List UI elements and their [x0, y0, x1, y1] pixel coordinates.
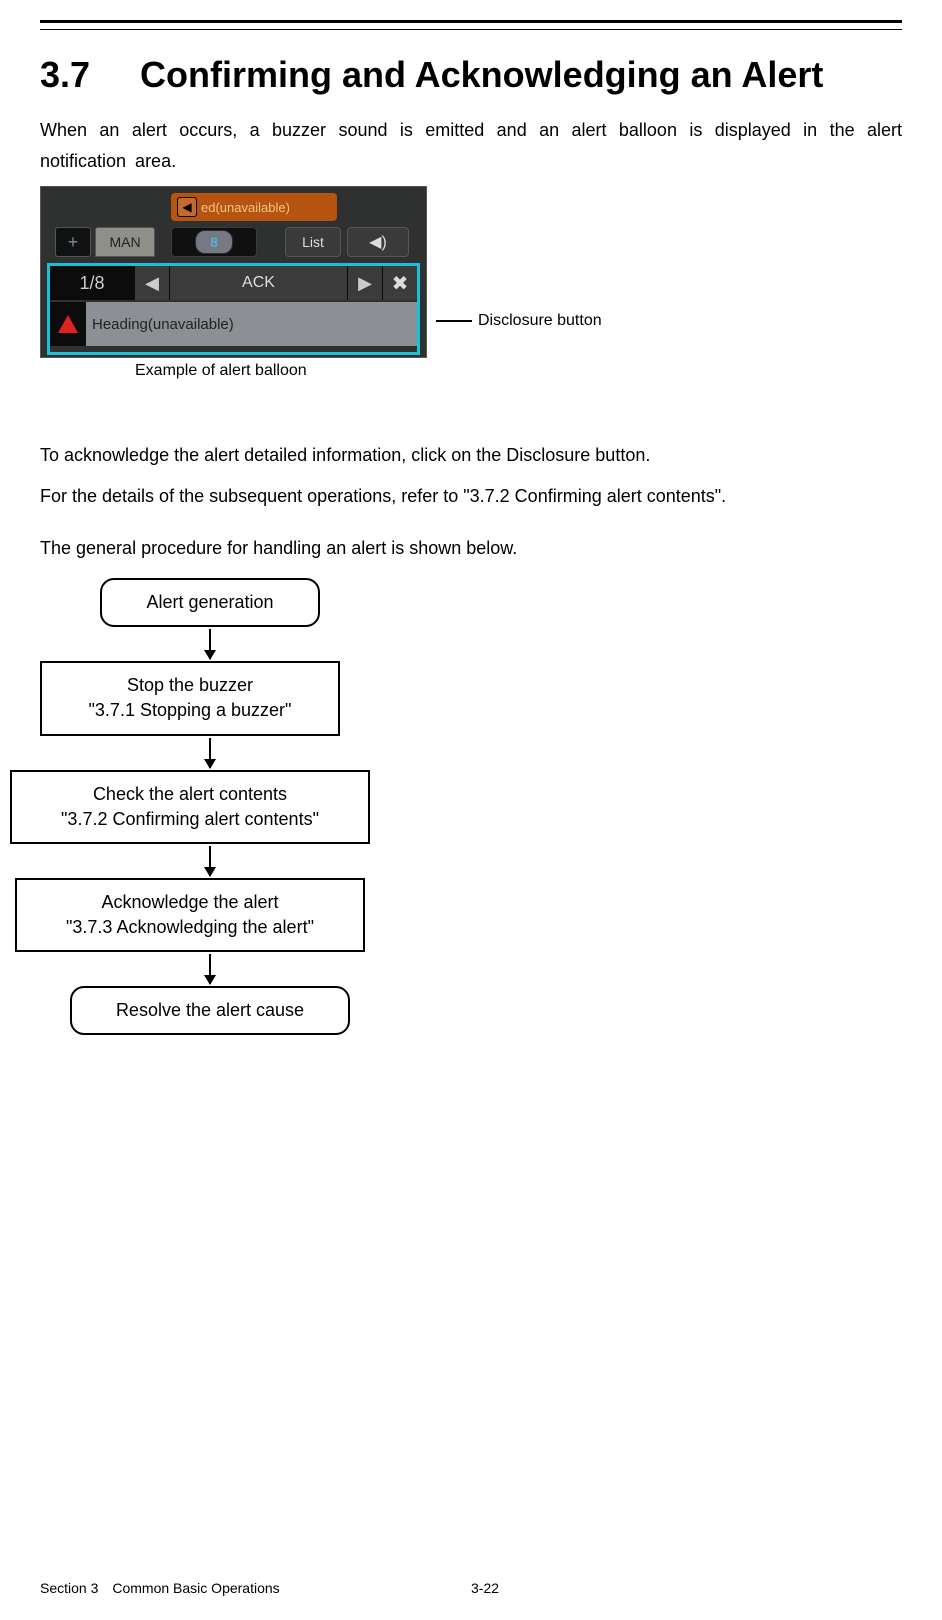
flow-acknowledge-ref: "3.7.3 Acknowledging the alert"	[35, 915, 345, 940]
ack-button[interactable]: ACK	[169, 266, 348, 300]
screenshot-wrapper: ◀ ed(unavailable) + MAN 8 List ◀) 1/8 ◀ …	[40, 186, 902, 358]
top-rule	[40, 20, 902, 30]
top-alert-text: ed(unavailable)	[201, 200, 290, 215]
alert-balloon: 1/8 ◀ ACK ▶ ✖ Heading(unavailable)	[47, 263, 420, 355]
flow-alert-generation: Alert generation	[100, 578, 320, 627]
footer-page-number: 3-22	[471, 1580, 499, 1596]
balloon-content: Heading(unavailable)	[50, 302, 417, 346]
close-balloon-button[interactable]: ✖	[382, 266, 417, 300]
alert-count: 8	[195, 230, 233, 254]
procedure-paragraph: The general procedure for handling an al…	[40, 533, 902, 564]
disclosure-annotation: Disclosure button	[436, 312, 602, 330]
plus-button[interactable]: +	[55, 227, 91, 257]
page-footer: Section 3 Common Basic Operations 3-22	[40, 1580, 902, 1596]
heading-number: 3.7	[40, 54, 140, 96]
page: 3.7 Confirming and Acknowledging an Aler…	[0, 0, 942, 1620]
annotation-label: Disclosure button	[478, 312, 602, 330]
alert-page-indicator: 1/8	[50, 266, 134, 300]
man-tab[interactable]: MAN	[95, 227, 155, 257]
annotation-leader-line	[436, 320, 472, 322]
sound-button[interactable]: ◀)	[347, 227, 409, 257]
flow-check-contents-title: Check the alert contents	[30, 782, 350, 807]
alert-triangle-icon	[50, 302, 86, 346]
ack-paragraph-1: To acknowledge the alert detailed inform…	[40, 440, 902, 471]
flow-arrow-icon	[209, 629, 211, 659]
screenshot-caption: Example of alert balloon	[135, 362, 902, 380]
flow-check-contents-ref: "3.7.2 Confirming alert contents"	[30, 807, 350, 832]
flow-arrow-icon	[209, 846, 211, 876]
flow-arrow-icon	[209, 738, 211, 768]
alert-count-badge: 8	[171, 227, 257, 257]
alert-message: Heading(unavailable)	[86, 302, 417, 346]
top-alert-pill: ◀ ed(unavailable)	[171, 193, 337, 221]
flow-arrow-icon	[209, 954, 211, 984]
intro-paragraph: When an alert occurs, a buzzer sound is …	[40, 115, 902, 176]
footer-section: Section 3 Common Basic Operations	[40, 1580, 471, 1596]
flow-check-contents: Check the alert contents "3.7.2 Confirmi…	[10, 770, 370, 844]
ack-paragraph-2: For the details of the subsequent operat…	[40, 481, 902, 512]
balloon-toolbar: 1/8 ◀ ACK ▶ ✖	[50, 266, 417, 300]
flow-stop-buzzer: Stop the buzzer "3.7.1 Stopping a buzzer…	[40, 661, 340, 735]
mute-icon: ◀	[177, 197, 197, 217]
prev-alert-button[interactable]: ◀	[134, 266, 169, 300]
flow-acknowledge: Acknowledge the alert "3.7.3 Acknowledgi…	[15, 878, 365, 952]
flow-stop-buzzer-ref: "3.7.1 Stopping a buzzer"	[60, 698, 320, 723]
flow-acknowledge-title: Acknowledge the alert	[35, 890, 345, 915]
list-button[interactable]: List	[285, 227, 341, 257]
section-heading: 3.7 Confirming and Acknowledging an Aler…	[40, 52, 902, 97]
flow-resolve: Resolve the alert cause	[70, 986, 350, 1035]
disclosure-button[interactable]: ▶	[348, 266, 382, 300]
heading-title: Confirming and Acknowledging an Alert	[140, 52, 823, 97]
alert-flowchart: Alert generation Stop the buzzer "3.7.1 …	[40, 578, 380, 1036]
alert-balloon-screenshot: ◀ ed(unavailable) + MAN 8 List ◀) 1/8 ◀ …	[40, 186, 427, 358]
flow-stop-buzzer-title: Stop the buzzer	[60, 673, 320, 698]
